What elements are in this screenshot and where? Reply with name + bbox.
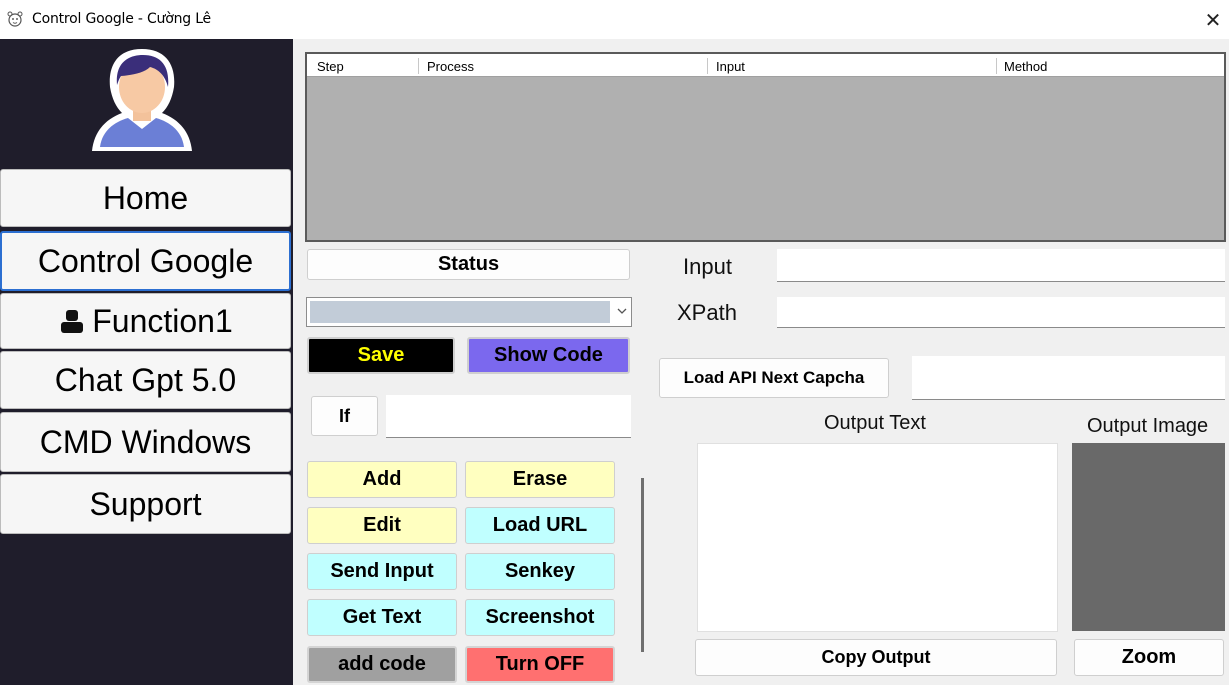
if-button[interactable]: If bbox=[311, 396, 378, 436]
get-text-label: Get Text bbox=[342, 606, 422, 628]
save-label: Save bbox=[357, 344, 405, 366]
erase-label: Erase bbox=[512, 468, 568, 490]
column-header-input[interactable]: Input bbox=[716, 59, 745, 74]
add-code-label: add code bbox=[338, 653, 426, 675]
dropdown-value bbox=[310, 301, 610, 323]
xpath-field[interactable] bbox=[777, 297, 1225, 328]
copy-output-button[interactable]: Copy Output bbox=[695, 639, 1057, 676]
sidebar: Home Control Google Function1 Chat Gpt 5… bbox=[0, 39, 293, 685]
output-image-label: Output Image bbox=[1087, 415, 1209, 437]
senkey-label: Senkey bbox=[504, 560, 576, 582]
sidebar-item-label: Support bbox=[89, 485, 202, 522]
add-code-button[interactable]: add code bbox=[307, 646, 457, 683]
sidebar-item-label: CMD Windows bbox=[39, 423, 252, 460]
senkey-button[interactable]: Senkey bbox=[465, 553, 615, 590]
turn-off-label: Turn OFF bbox=[495, 653, 585, 675]
edit-button[interactable]: Edit bbox=[307, 507, 457, 544]
input-label: Input bbox=[683, 254, 732, 279]
sidebar-item-label: Function1 bbox=[92, 302, 233, 339]
show-code-button[interactable]: Show Code bbox=[467, 337, 630, 374]
column-separator[interactable] bbox=[996, 58, 997, 74]
if-label: If bbox=[339, 405, 350, 426]
input-field[interactable] bbox=[777, 249, 1225, 282]
vertical-scrollbar[interactable] bbox=[641, 478, 644, 652]
xpath-label: XPath bbox=[677, 300, 737, 325]
show-code-label: Show Code bbox=[494, 344, 603, 366]
close-icon[interactable]: ✕ bbox=[1197, 0, 1229, 39]
turn-off-button[interactable]: Turn OFF bbox=[465, 646, 615, 683]
copy-output-label: Copy Output bbox=[821, 647, 931, 667]
edit-label: Edit bbox=[363, 514, 401, 536]
user-avatar-icon bbox=[92, 49, 192, 151]
erase-button[interactable]: Erase bbox=[465, 461, 615, 498]
sidebar-item-label: Control Google bbox=[37, 242, 254, 279]
zoom-label: Zoom bbox=[1121, 646, 1177, 668]
sidebar-item-chat-gpt[interactable]: Chat Gpt 5.0 bbox=[0, 351, 291, 409]
chevron-down-icon[interactable] bbox=[617, 303, 627, 318]
column-header-method[interactable]: Method bbox=[1004, 59, 1047, 74]
grid-header: Step Process Input Method bbox=[307, 54, 1224, 77]
sidebar-item-home[interactable]: Home bbox=[0, 169, 291, 227]
load-api-button[interactable]: Load API Next Capcha bbox=[659, 358, 889, 398]
send-input-button[interactable]: Send Input bbox=[307, 553, 457, 590]
get-text-button[interactable]: Get Text bbox=[307, 599, 457, 636]
sidebar-item-label: Home bbox=[102, 179, 189, 216]
save-button[interactable]: Save bbox=[307, 337, 455, 374]
tiger-icon bbox=[7, 11, 23, 27]
if-condition-field[interactable] bbox=[386, 395, 631, 438]
status-label: Status bbox=[437, 253, 500, 275]
sidebar-item-control-google[interactable]: Control Google bbox=[0, 231, 291, 291]
screenshot-button[interactable]: Screenshot bbox=[465, 599, 615, 636]
load-api-label: Load API Next Capcha bbox=[683, 368, 865, 387]
window-title: Control Google - Cường Lê bbox=[32, 11, 211, 27]
sidebar-item-cmd-windows[interactable]: CMD Windows bbox=[0, 412, 291, 472]
output-text-area[interactable] bbox=[697, 443, 1058, 632]
zoom-button[interactable]: Zoom bbox=[1074, 639, 1224, 676]
status-button[interactable]: Status bbox=[307, 249, 630, 280]
output-image bbox=[1072, 443, 1225, 631]
column-header-process[interactable]: Process bbox=[427, 59, 474, 74]
steps-grid[interactable]: Step Process Input Method bbox=[305, 52, 1226, 242]
screenshot-label: Screenshot bbox=[485, 606, 595, 628]
column-separator[interactable] bbox=[418, 58, 419, 74]
column-separator[interactable] bbox=[707, 58, 708, 74]
title-bar: Control Google - Cường Lê ✕ bbox=[0, 0, 1229, 39]
add-label: Add bbox=[362, 468, 402, 490]
sidebar-item-label: Chat Gpt 5.0 bbox=[54, 361, 237, 398]
captcha-api-field[interactable] bbox=[912, 356, 1225, 400]
send-input-label: Send Input bbox=[330, 560, 434, 582]
method-dropdown[interactable] bbox=[306, 297, 632, 327]
column-header-step[interactable]: Step bbox=[317, 59, 344, 74]
load-url-button[interactable]: Load URL bbox=[465, 507, 615, 544]
sidebar-item-support[interactable]: Support bbox=[0, 474, 291, 534]
load-url-label: Load URL bbox=[492, 514, 588, 536]
output-text-label: Output Text bbox=[824, 412, 926, 434]
add-button[interactable]: Add bbox=[307, 461, 457, 498]
user-icon bbox=[61, 310, 84, 333]
sidebar-item-function1[interactable]: Function1 bbox=[0, 293, 291, 349]
